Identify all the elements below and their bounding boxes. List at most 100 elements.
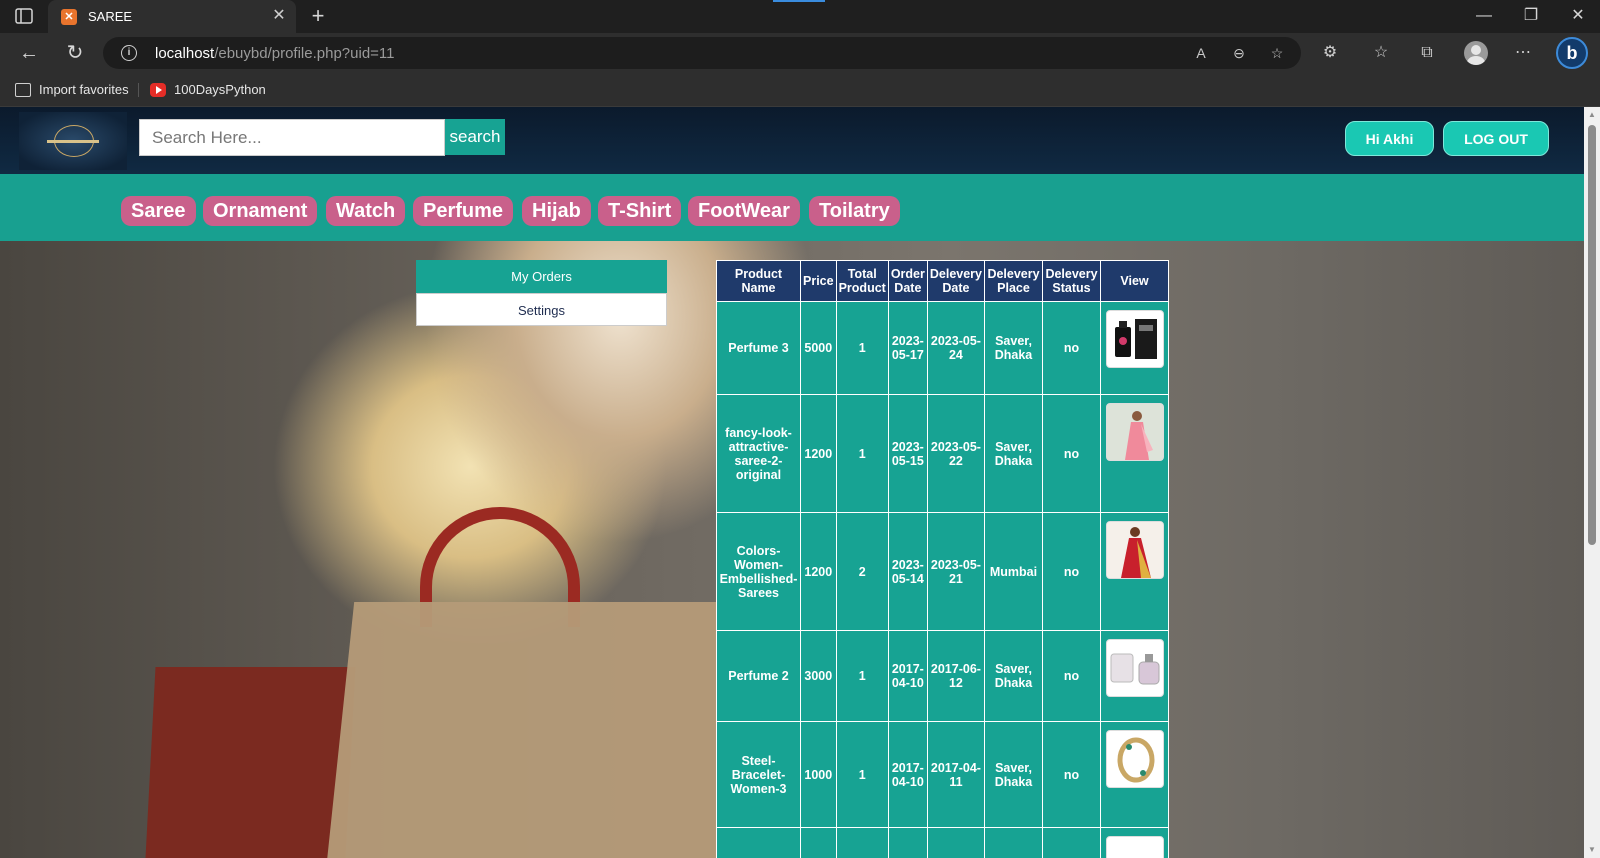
cell-status: no: [1042, 301, 1101, 395]
tab-actions-icon[interactable]: [14, 7, 34, 25]
scrollbar-thumb[interactable]: [1588, 125, 1596, 545]
table-row: Colors-Women-Embellished-Sarees 1200 2 2…: [716, 512, 1169, 631]
category-perfume[interactable]: Perfume: [413, 196, 514, 226]
import-icon: [15, 82, 31, 97]
close-tab-icon[interactable]: ✕: [270, 7, 288, 25]
search-button[interactable]: search: [445, 119, 505, 155]
red-bag-decoration: [144, 667, 356, 858]
site-header: search Hi Akhi LOG OUT: [0, 107, 1584, 174]
product-thumbnail[interactable]: [1105, 836, 1164, 858]
cell-product: Perfume 2: [716, 630, 801, 722]
cell-place: Mumbai: [984, 512, 1043, 631]
header-total-product: Total Product: [835, 260, 889, 302]
cell-qty: [835, 827, 889, 858]
cell-order-date: 2023-05-17: [887, 301, 928, 395]
bookmark-label: 100DaysPython: [174, 82, 266, 97]
browser-tab[interactable]: ✕ SAREE ✕: [48, 0, 296, 33]
cell-view: [1100, 827, 1169, 858]
search-input[interactable]: [139, 119, 445, 156]
close-window-icon[interactable]: ✕: [1566, 5, 1590, 27]
page-scrollbar[interactable]: ▲ ▼: [1584, 107, 1600, 858]
cell-qty: 2: [835, 512, 889, 631]
extensions-icon[interactable]: ⚙: [1318, 41, 1342, 65]
cell-price: 3000: [800, 630, 837, 722]
cell-price: 5000: [800, 301, 837, 395]
cell-status: [1042, 827, 1101, 858]
bookmark-import-favorites[interactable]: Import favorites: [15, 80, 129, 100]
cell-qty: 1: [835, 721, 889, 828]
table-row: fancy-look-attractive-saree-2-original 1…: [716, 394, 1169, 513]
minimize-icon[interactable]: —: [1472, 5, 1496, 27]
category-watch[interactable]: Watch: [326, 196, 406, 226]
category-toilatry[interactable]: Toilatry: [809, 196, 900, 226]
table-row: [716, 827, 1169, 858]
cell-order-date: 2017-04-10: [887, 721, 928, 828]
youtube-icon: [150, 82, 166, 97]
zoom-out-icon[interactable]: ⊖: [1229, 43, 1249, 63]
cell-view: [1100, 630, 1169, 722]
collections-icon[interactable]: ⧉: [1415, 41, 1439, 65]
read-aloud-icon[interactable]: A: [1191, 43, 1211, 63]
perfume-set-thumbnail[interactable]: [1105, 639, 1164, 697]
cell-view: [1100, 301, 1169, 395]
header-price: Price: [800, 260, 837, 302]
site-info-icon[interactable]: i: [121, 45, 137, 61]
bookmark-label: Import favorites: [39, 82, 129, 97]
category-saree[interactable]: Saree: [121, 196, 196, 226]
header-delivery-place: Delevery Place: [984, 260, 1043, 302]
bracelet-thumbnail[interactable]: [1105, 730, 1164, 788]
perfume-bottle-thumbnail[interactable]: [1105, 310, 1164, 368]
site-logo[interactable]: [19, 112, 127, 170]
profile-avatar-icon[interactable]: [1464, 41, 1488, 65]
add-favorite-icon[interactable]: ☆: [1267, 43, 1287, 63]
cell-price: 1200: [800, 394, 837, 513]
category-hijab[interactable]: Hijab: [522, 196, 591, 226]
pink-saree-thumbnail[interactable]: [1105, 403, 1164, 461]
cell-place: Saver, Dhaka: [984, 721, 1043, 828]
orders-table: Product Name Price Total Product Order D…: [716, 260, 1169, 858]
cell-status: no: [1042, 394, 1101, 513]
browser-tab-bar: ✕ SAREE ✕ + — ❐ ✕: [0, 0, 1600, 33]
url-field[interactable]: i localhost/ebuybd/profile.php?uid=11 A …: [103, 37, 1301, 69]
cell-order-date: 2023-05-15: [887, 394, 928, 513]
url-text[interactable]: localhost/ebuybd/profile.php?uid=11: [155, 45, 395, 62]
favorites-icon[interactable]: ☆: [1369, 41, 1393, 65]
table-row: Steel-Bracelet-Women-3 1000 1 2017-04-10…: [716, 721, 1169, 828]
menu-settings[interactable]: Settings: [416, 293, 667, 326]
bing-copilot-icon[interactable]: b: [1556, 37, 1588, 69]
cell-delivery-date: 2017-06-12: [926, 630, 986, 722]
more-options-icon[interactable]: ⋯: [1511, 41, 1535, 65]
cell-order-date: [887, 827, 928, 858]
cell-delivery-date: 2017-04-11: [926, 721, 986, 828]
page-viewport: search Hi Akhi LOG OUT Saree Ornament Wa…: [0, 107, 1584, 858]
bookmark-100dayspython[interactable]: 100DaysPython: [150, 80, 266, 100]
bookmark-divider: [138, 83, 139, 97]
tab-drag-indicator: [773, 0, 825, 2]
category-footwear[interactable]: FootWear: [688, 196, 800, 226]
new-tab-icon[interactable]: +: [307, 5, 329, 27]
cell-status: no: [1042, 630, 1101, 722]
logout-button[interactable]: LOG OUT: [1443, 121, 1549, 156]
menu-my-orders[interactable]: My Orders: [416, 260, 667, 293]
url-host: localhost: [155, 45, 215, 62]
back-arrow-icon[interactable]: ←: [16, 40, 42, 66]
category-nav: Saree Ornament Watch Perfume Hijab T-Shi…: [0, 174, 1584, 241]
greeting-button[interactable]: Hi Akhi: [1345, 121, 1434, 156]
category-t-shirt[interactable]: T-Shirt: [598, 196, 682, 226]
cell-view: [1100, 394, 1169, 513]
cell-qty: 1: [835, 301, 889, 395]
cell-order-date: 2023-05-14: [887, 512, 928, 631]
cell-status: no: [1042, 721, 1101, 828]
scroll-up-icon[interactable]: ▲: [1587, 110, 1597, 120]
cell-product: Perfume 3: [716, 301, 801, 395]
cell-view: [1100, 512, 1169, 631]
address-bar-row: ← ↻ i localhost/ebuybd/profile.php?uid=1…: [0, 33, 1600, 73]
restore-icon[interactable]: ❐: [1519, 5, 1543, 27]
header-delivery-date: Delevery Date: [926, 260, 986, 302]
red-gold-saree-thumbnail[interactable]: [1105, 521, 1164, 579]
cell-place: Saver, Dhaka: [984, 394, 1043, 513]
cell-delivery-date: 2023-05-24: [926, 301, 986, 395]
category-ornament[interactable]: Ornament: [203, 196, 318, 226]
scroll-down-icon[interactable]: ▼: [1587, 845, 1597, 855]
reload-icon[interactable]: ↻: [62, 40, 88, 66]
